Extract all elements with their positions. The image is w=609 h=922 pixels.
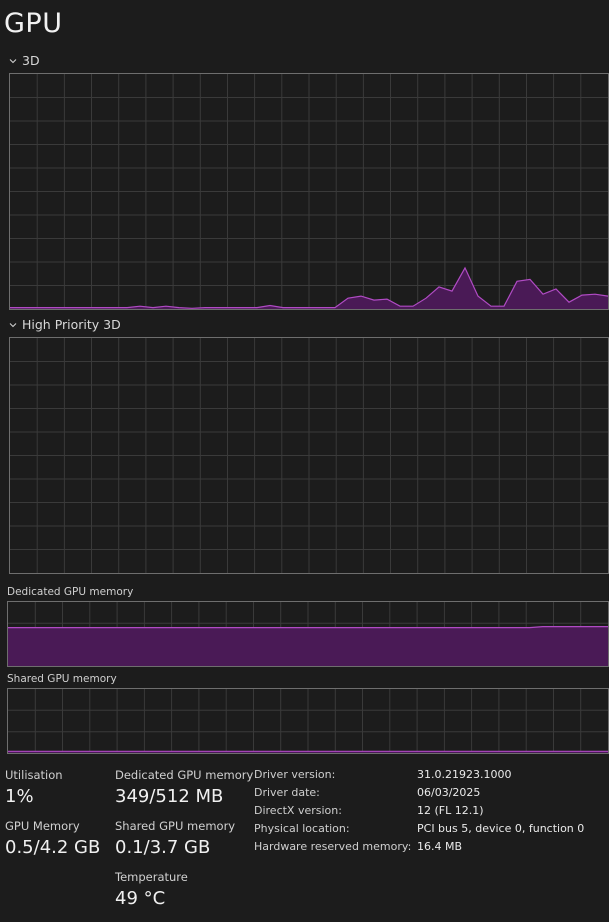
physical-location-value: PCI bus 5, device 0, function 0: [417, 822, 585, 835]
driver-date-key: Driver date:: [254, 786, 320, 799]
directx-version-key: DirectX version:: [254, 804, 342, 817]
utilisation-value: 1%: [5, 786, 34, 807]
gpu-memory-value: 0.5/4.2 GB: [5, 837, 101, 858]
hardware-reserved-memory-value: 16.4 MB: [417, 840, 463, 853]
graph-3d: [9, 73, 609, 310]
shared-memory-label: Shared GPU memory: [115, 819, 236, 833]
temperature-label: Temperature: [115, 870, 188, 884]
utilisation-label: Utilisation: [5, 768, 63, 782]
series-area: [8, 626, 608, 666]
temperature-value: 49 °C: [115, 888, 166, 909]
driver-version-key: Driver version:: [254, 768, 336, 781]
section-3d-label: 3D: [22, 53, 40, 68]
section-high-priority-3d-label: High Priority 3D: [22, 317, 121, 332]
dedicated-memory-graph-label: Dedicated GPU memory: [7, 586, 134, 598]
directx-version-value: 12 (FL 12.1): [417, 804, 484, 817]
chevron-down-icon: [8, 320, 18, 330]
gpu-memory-label: GPU Memory: [5, 819, 80, 833]
page-title: GPU: [4, 8, 63, 39]
hardware-reserved-memory-key: Hardware reserved memory:: [254, 840, 412, 853]
section-high-priority-3d-toggle[interactable]: High Priority 3D: [8, 317, 121, 332]
physical-location-key: Physical location:: [254, 822, 350, 835]
driver-version-value: 31.0.21923.1000: [417, 768, 512, 781]
graph-high-priority-3d: [9, 337, 609, 574]
shared-memory-graph-label: Shared GPU memory: [7, 673, 117, 685]
shared-memory-value: 0.1/3.7 GB: [115, 837, 211, 858]
chevron-down-icon: [8, 56, 18, 66]
driver-date-value: 06/03/2025: [417, 786, 481, 799]
dedicated-memory-label: Dedicated GPU memory: [115, 768, 254, 782]
dedicated-memory-value: 349/512 MB: [115, 786, 224, 807]
graph-shared-gpu-memory: [7, 688, 609, 754]
section-3d-toggle[interactable]: 3D: [8, 53, 40, 68]
graph-dedicated-gpu-memory: [7, 601, 609, 667]
